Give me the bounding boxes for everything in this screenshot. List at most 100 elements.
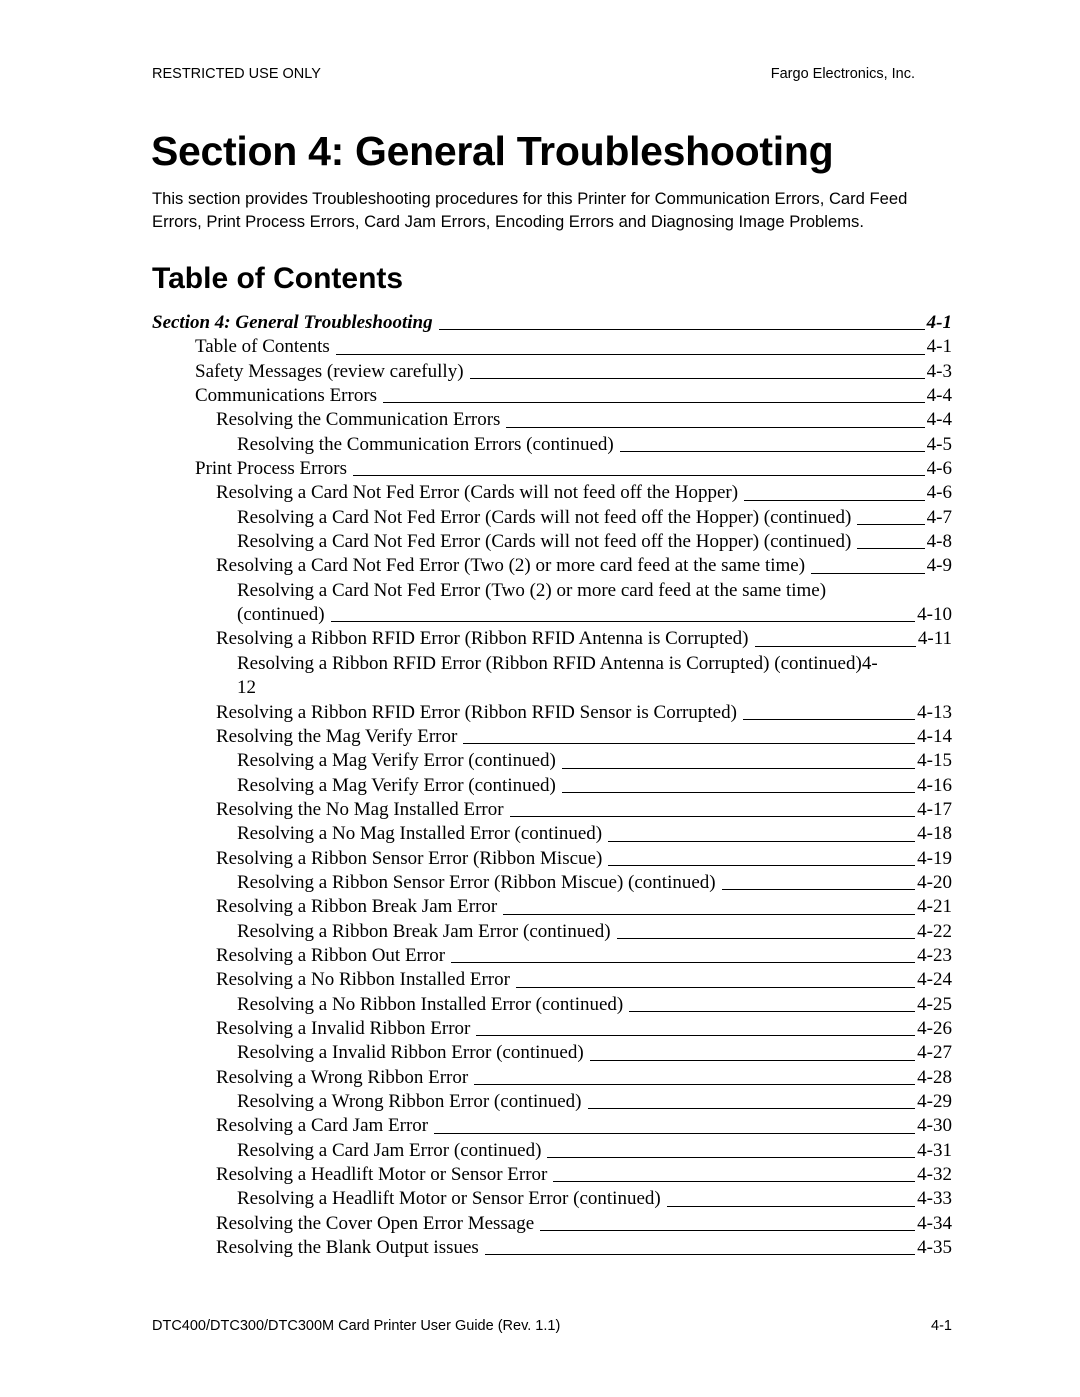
toc-entry[interactable]: Resolving a Headlift Motor or Sensor Err… xyxy=(152,1187,952,1211)
toc-entry[interactable]: Resolving a Ribbon RFID Error (Ribbon RF… xyxy=(152,701,952,725)
toc-entry-label: Resolving a Ribbon RFID Error (Ribbon RF… xyxy=(216,628,749,650)
toc-entry-page: 4-26 xyxy=(917,1017,952,1039)
toc-entry-page: 4-20 xyxy=(917,871,952,893)
toc-entry-label: Resolving a Card Jam Error xyxy=(216,1115,429,1137)
toc-leader-line xyxy=(476,1034,916,1037)
toc-entry-page: 4-9 xyxy=(926,555,952,577)
toc-entry-label: Resolving a Wrong Ribbon Error xyxy=(216,1066,469,1088)
toc-entry-page: 4-14 xyxy=(917,725,952,747)
toc-entry[interactable]: Resolving a No Ribbon Installed Error 4-2… xyxy=(152,968,952,992)
toc-leader-line xyxy=(608,864,916,866)
toc-leader-line xyxy=(857,547,925,550)
toc-entry-label: Resolving a Card Jam Error (continued) xyxy=(237,1139,542,1161)
toc-entry-label: Resolving a Ribbon Sensor Error (Ribbon … xyxy=(216,847,603,869)
toc-leader-line xyxy=(509,815,916,818)
toc-entry-page: 4-19 xyxy=(917,847,952,869)
toc-entry[interactable]: Resolving a Card Not Fed Error (Cards wi… xyxy=(152,530,952,554)
toc-entry[interactable]: Resolving a Invalid Ribbon Error 4-26 xyxy=(152,1017,952,1041)
toc-leader-line xyxy=(515,986,916,988)
toc-leader-line xyxy=(587,1107,916,1110)
toc-entry[interactable]: Resolving a Ribbon RFID Error (Ribbon RF… xyxy=(152,627,952,651)
intro-paragraph: This section provides Troubleshooting pr… xyxy=(152,189,908,231)
toc-entry-page: 4-35 xyxy=(917,1237,952,1259)
toc-entry[interactable]: Resolving a Ribbon Out Error 4-23 xyxy=(152,944,952,968)
toc-leader-line xyxy=(335,353,925,355)
toc-entry-page: 4-30 xyxy=(917,1115,952,1137)
toc-entry[interactable]: Resolving a No Ribbon Installed Error (c… xyxy=(152,993,952,1017)
toc-entry-label: Resolving a Invalid Ribbon Error (contin… xyxy=(237,1042,584,1064)
toc-leader-line xyxy=(438,328,925,331)
toc-entry-label: Resolving a Headlift Motor or Sensor Err… xyxy=(237,1188,661,1210)
toc-entry[interactable]: Resolving a Ribbon Sensor Error (Ribbon … xyxy=(152,847,952,871)
toc-entry[interactable]: Resolving a Card Not Fed Error (Two (2) … xyxy=(152,554,952,578)
toc-entry[interactable]: Resolving a Ribbon Sensor Error (Ribbon … xyxy=(152,871,952,895)
toc-leader-line xyxy=(469,377,925,380)
page-header: RESTRICTED USE ONLY Fargo Electronics, I… xyxy=(152,66,915,82)
toc-entry[interactable]: Resolving a Card Not Fed Error (Two (2) … xyxy=(152,579,952,628)
toc-entry-label: Print Process Errors xyxy=(195,458,347,480)
toc-entry[interactable]: Resolving a Invalid Ribbon Error (contin… xyxy=(152,1041,952,1065)
toc-entry-section[interactable]: Section 4: General Troubleshooting 4-1 xyxy=(152,311,952,335)
toc-entry-label: Resolving a No Ribbon Installed Error (c… xyxy=(237,993,624,1015)
toc-entry[interactable]: Communications Errors 4-4 xyxy=(152,384,952,408)
toc-entry-label: Resolving the Communication Errors xyxy=(216,409,501,431)
toc-entry[interactable]: Resolving a Ribbon Break Jam Error 4-21 xyxy=(152,895,952,919)
toc-leader-line xyxy=(484,1253,916,1256)
toc-entry[interactable]: Safety Messages (review carefully) 4-3 xyxy=(152,360,952,384)
toc-entry[interactable]: Resolving a Mag Verify Error (continued)… xyxy=(152,774,952,798)
toc-entry-page: 4-28 xyxy=(917,1066,952,1088)
toc-entry-continuation: (continued) 4-10 xyxy=(237,603,952,627)
toc-entry[interactable]: Resolving the Mag Verify Error 4-14 xyxy=(152,725,952,749)
toc-entry[interactable]: Resolving a Wrong Ribbon Error 4-28 xyxy=(152,1066,952,1090)
toc-entry[interactable]: Resolving the Communication Errors 4-4 xyxy=(152,408,952,432)
toc-entry[interactable]: Resolving a Mag Verify Error (continued)… xyxy=(152,749,952,773)
toc-leader-line xyxy=(503,913,916,915)
toc-leader-line xyxy=(540,1229,916,1232)
toc-entry-page: 4-27 xyxy=(917,1042,952,1064)
toc-entry-page: 4-13 xyxy=(917,701,952,723)
toc-entry-page: 4-18 xyxy=(917,823,952,845)
toc-entry-page: 4-29 xyxy=(917,1091,952,1112)
toc-entry[interactable]: Resolving a Ribbon Break Jam Error (cont… xyxy=(152,920,952,944)
toc-entry-page: 4-22 xyxy=(917,920,952,942)
toc-entry[interactable]: Resolving a Card Jam Error 4-30 xyxy=(152,1114,952,1138)
toc-entry[interactable]: Print Process Errors 4-6 xyxy=(152,457,952,481)
toc-entry[interactable]: Table of Contents 4-1 xyxy=(152,335,952,359)
toc-leader-line xyxy=(616,937,916,939)
toc-entry-label: Resolving a Card Not Fed Error (Two (2) … xyxy=(216,555,806,577)
toc-entry[interactable]: Resolving a Card Jam Error (continued) 4-… xyxy=(152,1139,952,1163)
toc-entry-page: 4-8 xyxy=(926,531,952,553)
toc-leader-line xyxy=(352,474,925,477)
toc-entry-label: Resolving a Ribbon Sensor Error (Ribbon … xyxy=(237,871,716,893)
toc-leader-line xyxy=(629,1010,916,1012)
toc-entry-page: 4-1 xyxy=(926,312,952,333)
toc-entry[interactable]: Resolving the Blank Output issues 4-35 xyxy=(152,1236,952,1260)
toc-entry-label: Table of Contents xyxy=(195,336,330,358)
toc-entry[interactable]: Resolving a Ribbon RFID Error (Ribbon RF… xyxy=(152,652,952,701)
toc-entry-label: Resolving a Ribbon Out Error xyxy=(216,944,446,966)
toc-entry[interactable]: Resolving a Headlift Motor or Sensor Err… xyxy=(152,1163,952,1187)
toc-entry-page: 4-5 xyxy=(926,433,952,455)
toc-entry-label: Resolving the Communication Errors (cont… xyxy=(237,433,614,455)
toc-entry[interactable]: Resolving the No Mag Installed Error 4-17 xyxy=(152,798,952,822)
toc-entry[interactable]: Resolving a Card Not Fed Error (Cards wi… xyxy=(152,481,952,505)
footer-page-number: 4-1 xyxy=(931,1318,952,1334)
toc-entry[interactable]: Resolving the Communication Errors (cont… xyxy=(152,433,952,457)
toc-entry-page: 4-31 xyxy=(917,1139,952,1161)
toc-entry[interactable]: Resolving a Card Not Fed Error (Cards wi… xyxy=(152,506,952,530)
toc-entry-page: 4-7 xyxy=(926,506,952,528)
toc-entry[interactable]: Resolving a Wrong Ribbon Error (continue… xyxy=(152,1090,952,1114)
toc-entry-label: Resolving a Card Not Fed Error (Cards wi… xyxy=(216,482,739,504)
page-footer: DTC400/DTC300/DTC300M Card Printer User … xyxy=(152,1318,952,1334)
toc-entry-page: 4-6 xyxy=(926,482,952,504)
toc-entry-label: Resolving a Card Not Fed Error (Cards wi… xyxy=(237,506,852,528)
toc-entry-page: 4-32 xyxy=(917,1164,952,1186)
toc-entry-label: Resolving a Ribbon RFID Error (Ribbon RF… xyxy=(237,652,878,674)
toc-entry[interactable]: Resolving a No Mag Installed Error (cont… xyxy=(152,822,952,846)
toc-entry-label: Resolving a Ribbon Break Jam Error xyxy=(216,896,498,918)
toc-entry-page: 4-16 xyxy=(917,774,952,796)
toc-entry-label: Safety Messages (review carefully) xyxy=(195,360,464,382)
toc-entry-label: Section 4: General Troubleshooting xyxy=(152,312,433,333)
toc-entry[interactable]: Resolving the Cover Open Error Message 4-… xyxy=(152,1212,952,1236)
toc-entry-page: 4-10 xyxy=(917,604,952,626)
